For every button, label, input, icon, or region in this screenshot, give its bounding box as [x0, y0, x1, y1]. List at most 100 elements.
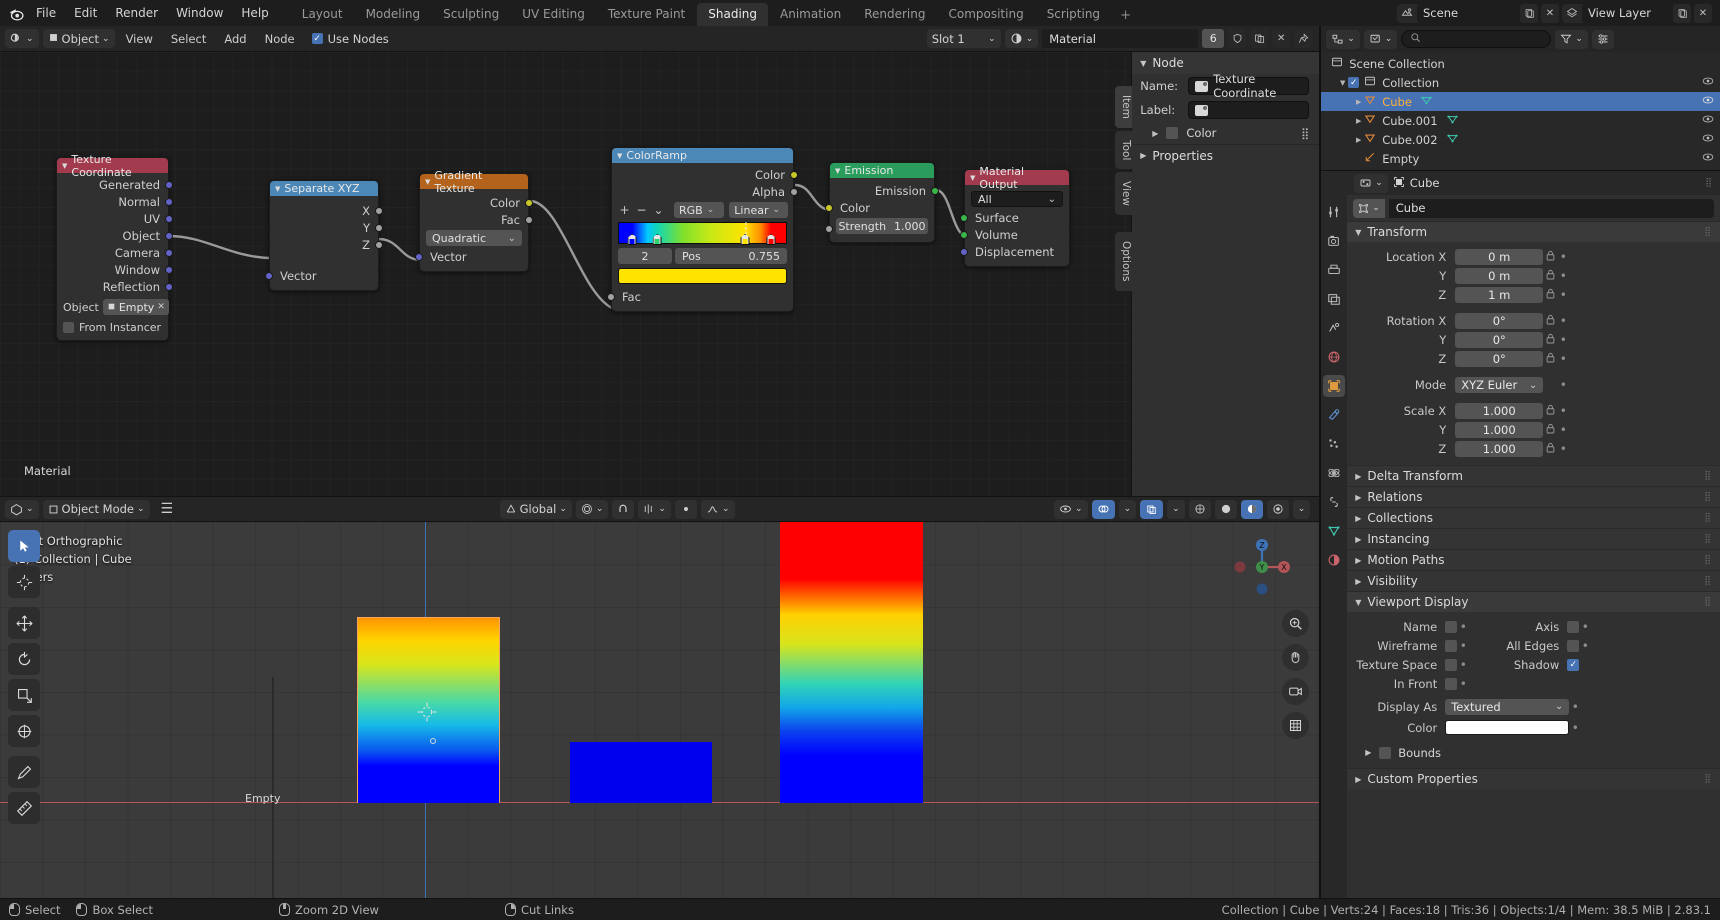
camera-icon[interactable] — [1282, 678, 1310, 705]
mesh-data-icon[interactable] — [1446, 133, 1459, 147]
expand-triangle-icon[interactable]: ▶ — [1355, 493, 1361, 502]
menu-help[interactable]: Help — [233, 4, 276, 22]
socket-row-color-in[interactable]: Color — [825, 199, 934, 216]
scene-tab[interactable] — [1323, 317, 1345, 339]
expand-triangle-icon[interactable]: ▶ — [1355, 472, 1361, 481]
material-tab[interactable] — [1323, 549, 1345, 571]
visibility-toggle-icon[interactable] — [1702, 114, 1714, 127]
cursor-tool[interactable] — [8, 566, 40, 598]
menu-window[interactable]: Window — [168, 4, 231, 22]
section-delta-transform[interactable]: ▶ Delta Transform ⣿ — [1347, 465, 1720, 486]
animate-property-dot[interactable]: • — [1557, 423, 1569, 437]
collapse-triangle-icon[interactable]: ▼ — [425, 178, 430, 186]
fake-user-icon[interactable] — [1228, 29, 1247, 48]
data-tab[interactable] — [1323, 520, 1345, 542]
animate-property-dot[interactable]: • — [1557, 442, 1569, 456]
add-workspace-button[interactable]: + — [1112, 5, 1139, 26]
collection-enable-checkbox[interactable]: ✓ — [1348, 77, 1360, 88]
socket-row-y[interactable]: Y — [270, 219, 383, 236]
world-tab[interactable] — [1323, 346, 1345, 368]
socket-reflection[interactable] — [165, 282, 173, 291]
cube-002-object[interactable] — [780, 522, 923, 803]
node-canvas[interactable]: ▼ Texture Coordinate Generated Normal UV… — [0, 52, 1320, 496]
node-menu-add[interactable]: Add — [217, 32, 253, 46]
node-header-color-ramp[interactable]: ▼ ColorRamp — [612, 148, 793, 163]
node-texture-coordinate[interactable]: ▼ Texture Coordinate Generated Normal UV… — [56, 153, 173, 341]
expand-triangle-icon[interactable]: ▶ — [1355, 556, 1361, 565]
socket-row-generated[interactable]: Generated — [57, 176, 173, 193]
socket-vector[interactable] — [265, 271, 273, 280]
location-x-field[interactable]: 0 m — [1455, 249, 1544, 265]
snap-target-selector[interactable]: ⌄ — [575, 499, 609, 519]
workspace-tab-rendering[interactable]: Rendering — [853, 3, 936, 26]
overlays-icon[interactable] — [1091, 499, 1115, 519]
workspace-tab-shading[interactable]: Shading — [697, 3, 768, 26]
socket-row-x[interactable]: X — [270, 202, 383, 219]
socket-color[interactable] — [525, 198, 533, 207]
section-instancing[interactable]: ▶ Instancing ⣿ — [1347, 528, 1720, 549]
n-panel-section-node[interactable]: ▼ Node — [1132, 52, 1320, 74]
socket-z[interactable] — [375, 240, 383, 249]
measure-tool[interactable] — [8, 792, 40, 824]
outliner-search-input[interactable] — [1401, 30, 1552, 48]
colorramp-interpolation-dropdown[interactable]: Linear — [729, 202, 789, 218]
colorramp-stop-1[interactable] — [652, 234, 662, 245]
socket-window[interactable] — [165, 265, 173, 274]
expand-triangle-icon[interactable]: ▶ — [1365, 748, 1379, 757]
visibility-toggle-icon[interactable] — [1702, 95, 1714, 108]
socket-color[interactable] — [825, 203, 833, 212]
node-header-gradient-texture[interactable]: ▼ Gradient Texture — [420, 169, 528, 195]
collapse-triangle-icon[interactable]: ▼ — [1355, 228, 1361, 237]
outliner-editor-type-selector[interactable]: ⌄ — [1326, 29, 1360, 49]
node-header-emission[interactable]: ▼ Emission — [830, 163, 934, 178]
properties-editor-type-selector[interactable]: ⌄ — [1354, 173, 1388, 193]
use-nodes-checkbox[interactable]: ✓ — [311, 33, 323, 44]
output-tab[interactable] — [1323, 259, 1345, 281]
animate-property-dot[interactable]: • — [1557, 314, 1569, 328]
menu-render[interactable]: Render — [107, 4, 166, 22]
socket-fac[interactable] — [607, 292, 615, 301]
scale-z-field[interactable]: 1.000 — [1455, 441, 1544, 457]
expand-triangle-icon[interactable]: ▶ — [1355, 775, 1361, 784]
xray-icon[interactable] — [1140, 499, 1164, 519]
socket-row-color-out[interactable]: Color — [612, 166, 798, 183]
visibility-toggle-icon[interactable] — [1702, 133, 1714, 146]
rotation-mode-dropdown[interactable]: XYZ Euler — [1455, 377, 1544, 393]
panel-grip[interactable]: ⣿ — [1704, 227, 1712, 237]
mesh-data-icon[interactable] — [1446, 114, 1459, 128]
workspace-tab-texture-paint[interactable]: Texture Paint — [597, 3, 696, 26]
location-z-field[interactable]: 1 m — [1455, 287, 1544, 303]
animate-property-dot[interactable]: • — [1557, 404, 1569, 418]
socket-row-z[interactable]: Z — [270, 236, 383, 253]
solid-shading-icon[interactable] — [1214, 499, 1237, 519]
colorramp-stop-3[interactable] — [766, 234, 776, 245]
scale-tool[interactable] — [8, 679, 40, 711]
viewlayer-name-field[interactable]: View Layer — [1582, 3, 1670, 23]
expand-triangle-icon[interactable]: ▶ — [1353, 136, 1364, 144]
socket-alpha[interactable] — [790, 187, 798, 196]
rotation-x-field[interactable]: 0° — [1455, 313, 1544, 329]
lock-icon[interactable] — [1543, 314, 1557, 328]
viewport-canvas[interactable]: Front Orthographic (1) Collection | Cube… — [0, 522, 1320, 898]
object-color-swatch[interactable] — [1445, 720, 1570, 735]
colorramp-stop-0[interactable] — [627, 234, 637, 245]
overlays-dropdown[interactable]: ⌄ — [1118, 499, 1137, 519]
bounds-checkbox[interactable] — [1379, 746, 1392, 759]
collapse-triangle-icon[interactable]: ▼ — [1355, 598, 1361, 607]
socket-surface[interactable] — [960, 213, 968, 222]
socket-row-normal[interactable]: Normal — [57, 193, 173, 210]
node-color-checkbox[interactable] — [1166, 127, 1179, 139]
pin-icon[interactable] — [1294, 29, 1313, 48]
node-separate-xyz[interactable]: ▼ Separate XYZ X Y Z Vector — [265, 180, 383, 291]
collapse-triangle-icon[interactable]: ▼ — [835, 167, 840, 175]
collapse-triangle-icon[interactable]: ▼ — [970, 174, 975, 182]
viewport-editor-type-selector[interactable]: ⌄ — [5, 499, 39, 519]
workspace-tab-modeling[interactable]: Modeling — [355, 3, 432, 26]
section-custom-properties[interactable]: ▶ Custom Properties ⣿ — [1347, 768, 1720, 789]
in-front-checkbox[interactable] — [1445, 677, 1458, 690]
socket-camera[interactable] — [165, 248, 173, 257]
object-name-field[interactable]: Cube — [1388, 198, 1714, 218]
outliner-row-cube-002[interactable]: ▶ Cube.002 — [1321, 130, 1720, 149]
scale-y-field[interactable]: 1.000 — [1455, 422, 1544, 438]
workspace-tab-compositing[interactable]: Compositing — [937, 3, 1034, 26]
